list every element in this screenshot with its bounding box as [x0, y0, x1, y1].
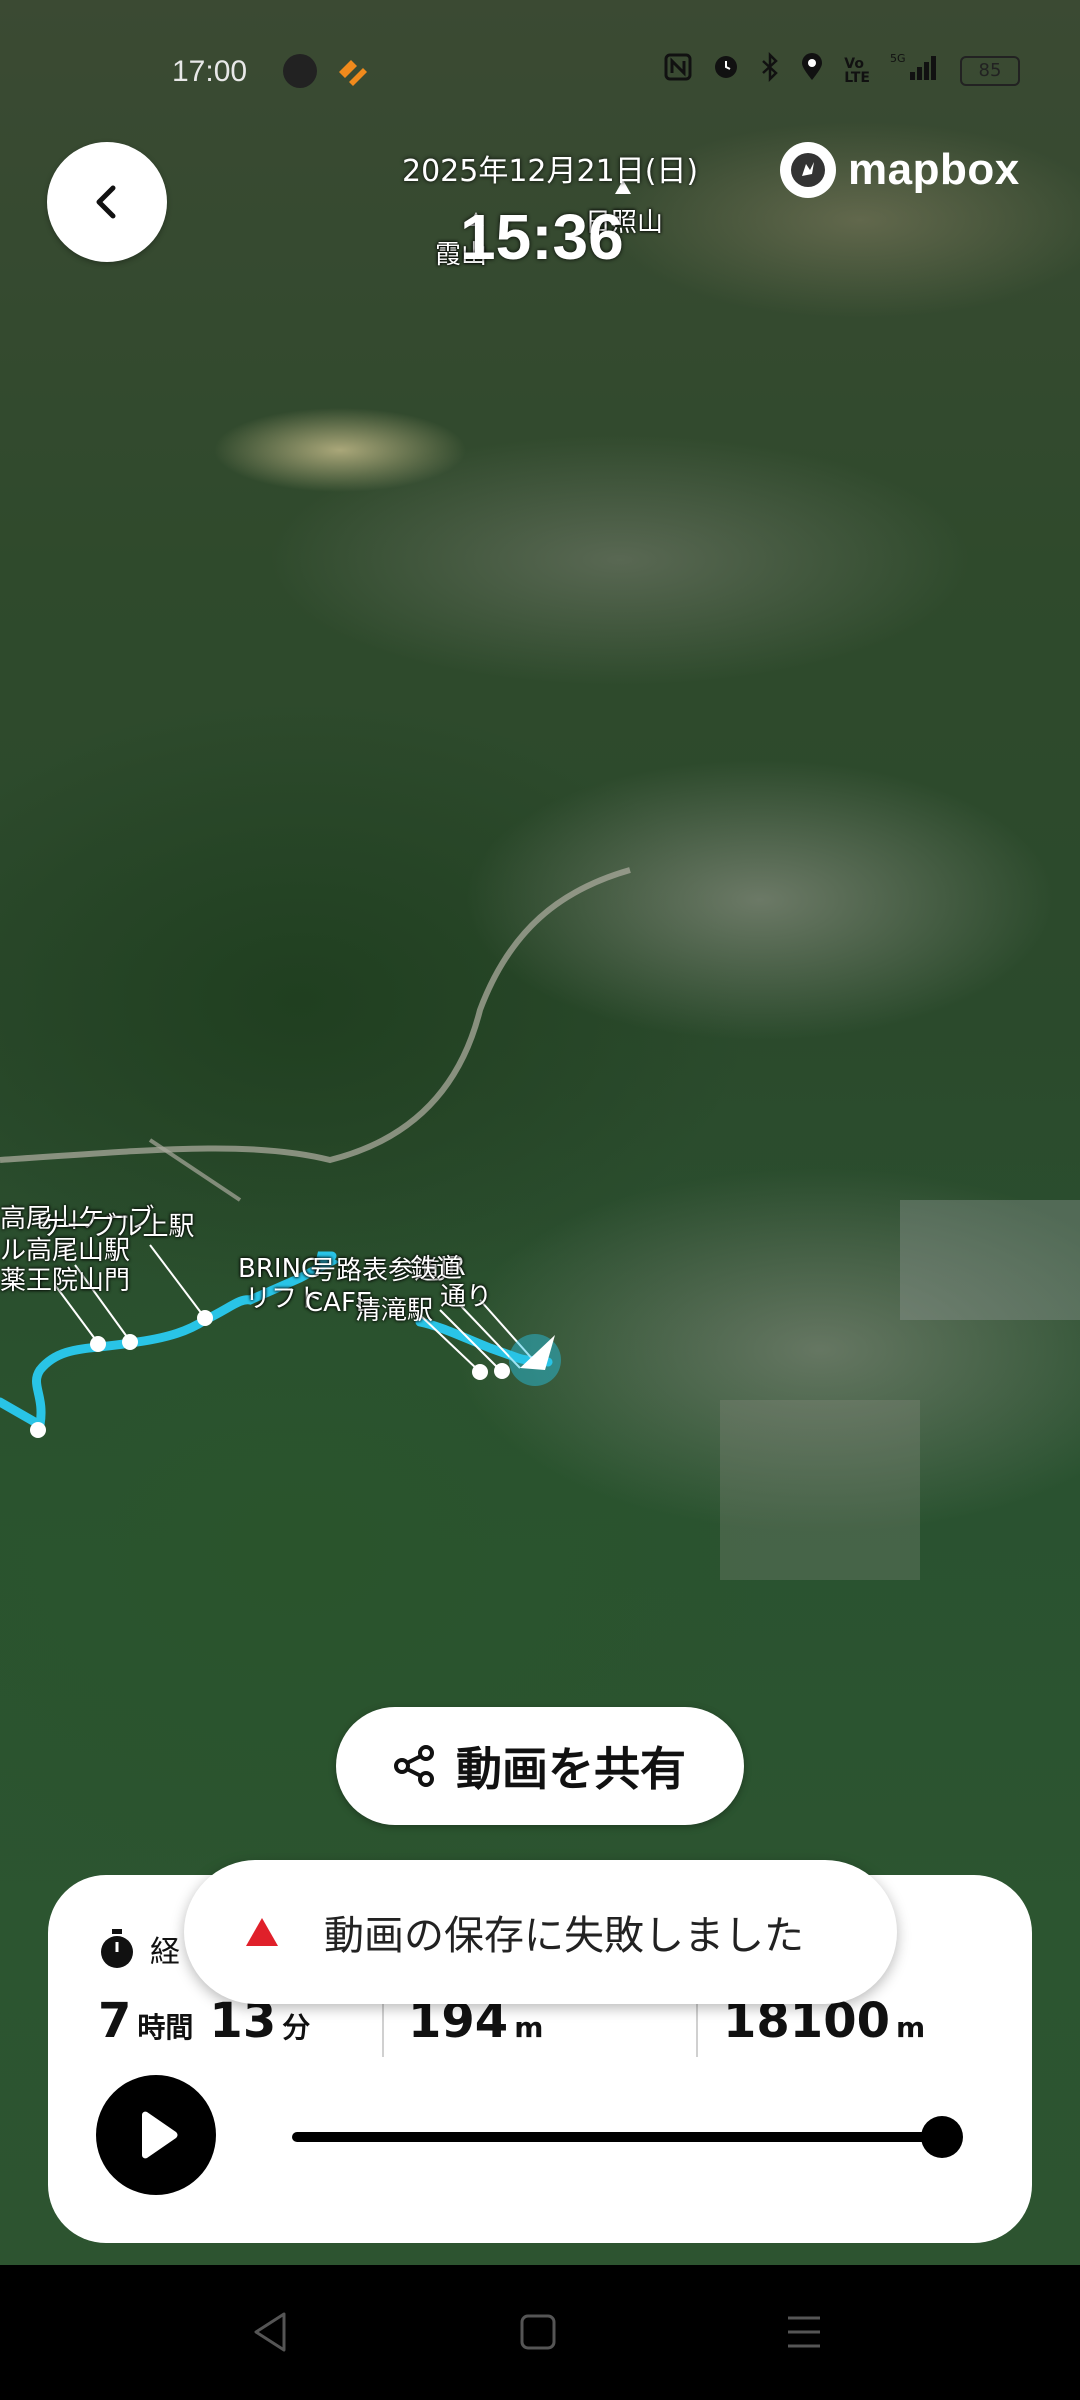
location-icon	[800, 52, 824, 89]
mapbox-wordmark: mapbox	[848, 145, 1020, 194]
battery-indicator: 85	[960, 55, 1020, 86]
nfc-icon	[664, 53, 692, 88]
play-icon	[142, 2111, 178, 2159]
back-nav-icon[interactable]	[250, 2310, 290, 2354]
play-button[interactable]	[96, 2075, 216, 2195]
distance-unit: m	[896, 2011, 926, 2044]
urban-area	[900, 1200, 1080, 1320]
route-label: BRING	[238, 1254, 322, 1284]
route-label: 通り	[440, 1282, 493, 1312]
app-icon	[335, 54, 369, 88]
urban-area	[720, 1400, 920, 1580]
highway-line	[0, 867, 631, 1164]
elapsed-header: 経	[98, 1927, 180, 1971]
duration-minutes-unit: 分	[282, 2011, 311, 2044]
route-label: 鉄道	[410, 1254, 463, 1284]
playback-slider-track[interactable]	[292, 2132, 942, 2142]
status-time: 17:00	[172, 55, 248, 88]
error-toast-message: 動画の保存に失敗しました	[324, 1913, 804, 1959]
share-icon	[394, 1745, 434, 1787]
warning-icon	[246, 1918, 278, 1946]
status-app-icons	[283, 54, 369, 88]
svg-text:5G: 5G	[890, 52, 906, 65]
system-nav-bar	[0, 2265, 1080, 2400]
stat-divider	[696, 1995, 698, 2057]
back-button[interactable]	[47, 142, 167, 262]
route-label: ケーブル上駅	[40, 1212, 195, 1242]
route-label: 清滝駅	[355, 1296, 434, 1326]
home-nav-icon[interactable]	[518, 2310, 558, 2354]
5g-signal-icon: 5G	[890, 52, 940, 89]
chevron-left-icon	[96, 185, 116, 219]
elapsed-header-label: 経	[150, 1935, 180, 1970]
bluetooth-icon	[760, 51, 780, 89]
alarm-icon	[712, 53, 740, 88]
mapbox-logo: mapbox	[780, 142, 1020, 198]
line-icon	[283, 54, 317, 88]
duration-hours: 7	[98, 1993, 132, 2049]
stat-divider	[382, 1995, 384, 2057]
menu-nav-icon[interactable]	[784, 2310, 824, 2354]
status-icons: Vo LTE 5G 85	[664, 51, 1020, 89]
elevation-unit: m	[514, 2011, 544, 2044]
stopwatch-icon	[101, 1929, 133, 1968]
duration-hours-unit: 時間	[137, 2011, 194, 2044]
playback-slider-thumb[interactable]	[921, 2116, 963, 2158]
share-video-label: 動画を共有	[456, 1742, 686, 1796]
volte-icon: Vo LTE	[844, 55, 870, 86]
mapbox-mark-icon	[780, 142, 836, 198]
playback-date: 2025年12月21日(日)	[402, 154, 699, 189]
route-label: 薬王院山門	[0, 1266, 131, 1296]
share-video-button[interactable]: 動画を共有	[336, 1707, 744, 1825]
error-toast: 動画の保存に失敗しました	[184, 1860, 897, 2004]
playback-clock: 15:36	[460, 201, 624, 273]
